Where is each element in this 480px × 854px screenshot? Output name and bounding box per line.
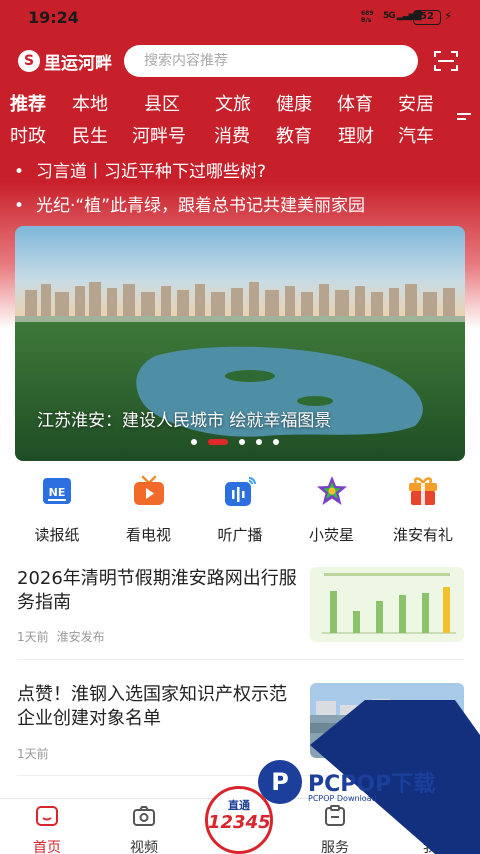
shortcut-label: 读报纸 <box>34 526 80 544</box>
gift-icon <box>409 477 437 505</box>
shortcut-label: 听广播 <box>217 526 263 544</box>
watermark-mark-icon: P <box>258 760 302 804</box>
thumbnail-factory-image <box>310 683 464 758</box>
shortcut-gift[interactable]: 淮安有礼 <box>380 474 466 545</box>
tv-icon <box>133 475 164 505</box>
nav-label: 首页 <box>33 840 61 854</box>
home-icon <box>36 806 58 826</box>
shortcut-label: 小荧星 <box>308 526 354 544</box>
tab-consumption[interactable]: 消费 <box>214 122 276 154</box>
carousel-dot[interactable] <box>256 439 262 445</box>
tab-education[interactable]: 教育 <box>276 122 338 154</box>
shortcut-grid: NE 读报纸 看电视 听广播 小荧星 淮安有礼 <box>14 474 466 545</box>
tab-politics[interactable]: 时政 <box>10 122 72 154</box>
tab-health[interactable]: 健康 <box>276 90 337 122</box>
status-bar: 19:24 689 B/s 5G ▂▃▅▇ 52 ⚡ <box>0 0 480 36</box>
carousel-dot-active[interactable] <box>208 439 228 445</box>
carousel-indicator <box>191 439 290 445</box>
tab-local[interactable]: 本地 <box>72 90 144 122</box>
tab-housing[interactable]: 安居 <box>398 90 434 122</box>
nav-label: 视频 <box>130 840 158 854</box>
shortcut-radio[interactable]: 听广播 <box>197 474 283 545</box>
news-meta: 1天前 <box>17 745 49 762</box>
tab-livelihood[interactable]: 民生 <box>72 122 132 154</box>
carousel-dot[interactable] <box>273 439 279 445</box>
tab-recommend[interactable]: 推荐 <box>10 90 72 122</box>
svg-text:NE: NE <box>49 486 66 499</box>
shortcut-star[interactable]: 小荧星 <box>289 474 375 545</box>
news-title: 2026年清明节假期淮安路网出行服务指南 <box>17 568 297 613</box>
tab-sports[interactable]: 体育 <box>337 90 398 122</box>
news-source: 淮安发布 <box>56 630 105 644</box>
scan-icon[interactable] <box>434 50 458 72</box>
tab-row-2: 时政 民生 河畔号 消费 教育 理财 汽车 <box>10 122 450 154</box>
news-title: 点赞！淮钢入选国家知识产权示范企业创建对象名单 <box>17 684 287 729</box>
video-icon <box>133 806 155 826</box>
watermark-sub: PCPOP Download <box>308 794 377 803</box>
logo-mark-icon: S <box>18 50 40 72</box>
tab-row-1: 推荐 本地 县区 文旅 健康 体育 安居 <box>10 90 450 122</box>
network-speed: 689 B/s <box>361 10 374 24</box>
tab-auto[interactable]: 汽车 <box>398 122 434 154</box>
headline-item[interactable]: 光纪·“植”此青绿，跟着总书记共建美丽家园 <box>14 192 466 226</box>
hotline-number: 12345 <box>208 812 271 833</box>
news-time: 1天前 <box>17 747 49 761</box>
radio-icon <box>225 477 256 506</box>
star-icon <box>316 476 347 505</box>
menu-icon[interactable] <box>457 113 471 127</box>
user-icon <box>420 806 440 827</box>
news-thumbnail <box>310 683 464 758</box>
newspaper-icon: NE <box>43 478 71 504</box>
news-meta: 1天前 淮安发布 <box>17 628 105 645</box>
banner-carousel[interactable]: 江苏淮安：建设人民城市 绘就幸福图景 <box>15 226 465 461</box>
carousel-dot[interactable] <box>191 439 197 445</box>
news-item[interactable]: 2026年清明节假期淮安路网出行服务指南 1天前 淮安发布 <box>17 567 464 647</box>
nav-mine[interactable]: 我 <box>400 803 460 854</box>
shortcut-tv[interactable]: 看电视 <box>106 474 192 545</box>
news-thumbnail <box>310 567 464 642</box>
carousel-dot[interactable] <box>239 439 245 445</box>
category-tabs: 推荐 本地 县区 文旅 健康 体育 安居 时政 民生 河畔号 消费 教育 理财 … <box>10 90 450 154</box>
search-input[interactable]: 搜索内容推荐 <box>124 45 418 77</box>
news-time: 1天前 <box>17 630 49 644</box>
status-time: 19:24 <box>28 8 79 27</box>
news-item[interactable]: 点赞！淮钢入选国家知识产权示范企业创建对象名单 1天前 <box>17 683 464 763</box>
nav-video[interactable]: 视频 <box>114 803 174 854</box>
headline-item[interactable]: 习言道丨习近平种下过哪些树? <box>14 158 466 192</box>
shortcut-newspaper[interactable]: NE 读报纸 <box>14 474 100 545</box>
charging-icon: ⚡ <box>444 9 453 23</box>
thumbnail-chart-image <box>310 567 464 642</box>
tab-culture-travel[interactable]: 文旅 <box>215 90 276 122</box>
app-logo: S 里运河畔 <box>18 49 112 74</box>
tab-finance[interactable]: 理财 <box>338 122 398 154</box>
tab-riverside[interactable]: 河畔号 <box>132 122 214 154</box>
banner-caption: 江苏淮安：建设人民城市 绘就幸福图景 <box>37 411 332 431</box>
shortcut-label: 看电视 <box>125 526 171 544</box>
battery-icon: 52 <box>413 10 441 25</box>
headline-ticker: 习言道丨习近平种下过哪些树? 光纪·“植”此青绿，跟着总书记共建美丽家园 <box>14 158 466 226</box>
app-name: 里运河畔 <box>44 53 112 74</box>
divider <box>17 659 464 660</box>
watermark-logo: P PCPOP下载 PCPOP Download <box>258 760 435 804</box>
service-icon <box>325 805 345 826</box>
nav-home[interactable]: 首页 <box>17 803 77 854</box>
tab-county[interactable]: 县区 <box>144 90 215 122</box>
shortcut-label: 淮安有礼 <box>392 526 453 544</box>
nav-label: 我 <box>423 840 437 854</box>
nav-service[interactable]: 服务 <box>305 803 365 854</box>
nav-label: 服务 <box>321 840 349 854</box>
